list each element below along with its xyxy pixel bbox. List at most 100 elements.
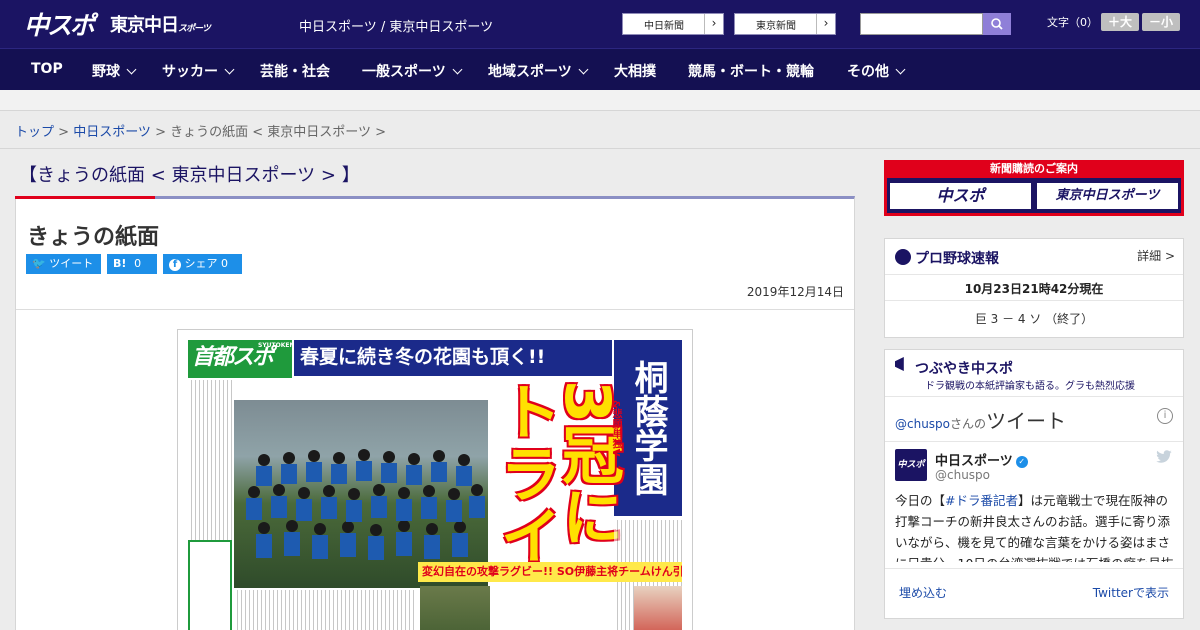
breadcrumb: トップ > 中日スポーツ > きょうの紙面 < 東京中日スポーツ >: [15, 121, 386, 140]
facebook-share-button[interactable]: f シェア 0: [163, 254, 242, 274]
page-heading: 【きょうの紙面 < 東京中日スポーツ > 】: [19, 165, 360, 186]
chevron-right-icon: ›: [704, 14, 723, 34]
avatar[interactable]: 中スポ: [895, 449, 927, 481]
info-icon[interactable]: i: [1157, 408, 1173, 424]
divider: [885, 396, 1183, 397]
banner-text: 変幻自在の攻撃ラグビー!! SO伊藤主将チームけん引: [422, 565, 682, 578]
nav-label: 野球: [92, 64, 120, 80]
ad-strip: [0, 90, 1200, 111]
team-photo-players: [246, 449, 485, 560]
chevron-down-icon: [578, 64, 589, 75]
nav-item-other[interactable]: その他: [847, 61, 906, 81]
hatena-count: 0: [134, 257, 142, 270]
newspaper-front-page-image[interactable]: 首都スポ SYUTOKEN SPORTS 春夏に続き冬の花園も頂く!! 桐蔭学園: [177, 329, 693, 630]
paper-button-label: 東京新聞: [756, 21, 796, 32]
headline-text: 春夏に続き冬の花園も頂く!!: [300, 346, 546, 368]
tweets-card: つぶやき中スポ ドラ観戦の本紙評論家も語る。グラも熱烈応援 @chuspoさんの…: [884, 349, 1184, 619]
nav-item-entertainment[interactable]: 芸能・社会: [260, 61, 330, 81]
newspaper-player-photo: [634, 586, 682, 630]
nav-item-top[interactable]: TOP: [31, 61, 63, 77]
tweet-label: ツイート: [49, 257, 94, 270]
facebook-icon: f: [169, 259, 181, 271]
paper-button-label: 中日新聞: [644, 21, 684, 32]
tweet-account-handle[interactable]: @chuspo: [935, 468, 990, 482]
tweet-text-pre: 今日の【: [895, 493, 946, 508]
twitter-bird-icon[interactable]: [1155, 450, 1173, 464]
divider: [885, 300, 1183, 301]
tweets-title: つぶやき中スポ: [915, 361, 1013, 377]
nav-label: 一般スポーツ: [362, 64, 446, 80]
nav-item-baseball[interactable]: 野球: [92, 61, 137, 81]
chuspo-logo[interactable]: 中スポ: [24, 6, 95, 42]
tweets-header-user-link[interactable]: @chuspo: [895, 417, 950, 431]
vertical-title-text: 桐蔭学園: [628, 360, 668, 496]
newspaper-rugby-photo: [420, 586, 490, 630]
embed-link[interactable]: 埋め込む: [899, 584, 947, 601]
search-button[interactable]: [983, 13, 1011, 35]
breadcrumb-current: > きょうの紙面 < 東京中日スポーツ >: [150, 125, 387, 140]
chunichi-shimbun-button[interactable]: 中日新聞 ›: [622, 13, 724, 35]
newspaper-big-text: 3冠にトライ: [478, 380, 624, 580]
chevron-down-icon: [452, 64, 463, 75]
newspaper-sub-note: &悲願単独V: [610, 400, 621, 457]
site-links[interactable]: 中日スポーツ / 東京中日スポーツ: [299, 16, 493, 35]
site-header: 中スポ 東京中日スポーツ 中日スポーツ / 東京中日スポーツ 中日新聞 › 東京…: [0, 0, 1200, 48]
search-input[interactable]: [860, 13, 983, 35]
font-larger-button[interactable]: ＋大: [1101, 13, 1139, 31]
subscribe-tokyo-button[interactable]: 東京中日スポーツ: [1036, 182, 1179, 210]
newspaper-banner: 変幻自在の攻撃ラグビー!! SO伊藤主将チームけん引: [418, 562, 682, 582]
nav-label: 競馬・ボート・競輪: [688, 64, 814, 80]
tweet-text: 今日の【#ドラ番記者】は元竜戦士で現在阪神の打撃コーチの新井良太さんのお話。選手…: [895, 490, 1175, 562]
chevron-down-icon: [895, 64, 906, 75]
nav-label: サッカー: [162, 64, 218, 80]
tokyo-chunichi-logo[interactable]: 東京中日スポーツ: [110, 11, 211, 37]
baseball-title: プロ野球速報: [915, 251, 999, 267]
nav-label: その他: [847, 64, 889, 80]
nav-item-racing[interactable]: 競馬・ボート・競輪: [688, 61, 814, 81]
game-score[interactable]: 巨 3 － 4 ソ （終了）: [885, 310, 1183, 327]
nav-label: 大相撲: [614, 64, 656, 80]
font-smaller-button[interactable]: －小: [1142, 13, 1180, 31]
divider: [885, 568, 1183, 569]
breadcrumb-separator: >: [54, 125, 74, 140]
subscription-banner[interactable]: 新聞購読のご案内 中スポ 東京中日スポーツ: [884, 160, 1184, 216]
nav-label: 芸能・社会: [260, 64, 330, 80]
title-accent-bar: [15, 196, 155, 199]
font-size-label: 文字（0）: [1047, 16, 1098, 29]
logo-sub-text: 東京中日: [110, 15, 179, 36]
breadcrumb-home-link[interactable]: トップ: [15, 125, 54, 140]
chevron-right-icon: ›: [816, 14, 835, 34]
tweet-account-name[interactable]: 中日スポーツ ✓: [935, 450, 1028, 469]
divider: [885, 441, 1183, 442]
nav-item-soccer[interactable]: サッカー: [162, 61, 235, 81]
baseball-score-card: プロ野球速報 詳細 > 10月23日21時42分現在 巨 3 － 4 ソ （終了…: [884, 238, 1184, 338]
verified-icon: ✓: [1015, 456, 1028, 468]
view-on-twitter-link[interactable]: Twitterで表示: [1093, 584, 1169, 601]
nav-label: TOP: [31, 61, 63, 77]
account-name-text: 中日スポーツ: [935, 454, 1013, 469]
tweet-hashtag-link[interactable]: #ドラ番記者: [945, 493, 1018, 508]
nav-item-local-sports[interactable]: 地域スポーツ: [488, 61, 589, 81]
nav-item-general-sports[interactable]: 一般スポーツ: [362, 61, 463, 81]
tweet-button[interactable]: 🐦 ツイート: [26, 254, 101, 274]
subscribe-chuspo-button[interactable]: 中スポ: [889, 182, 1032, 210]
search-icon: [991, 18, 1003, 30]
twitter-icon: 🐦: [32, 257, 46, 270]
baseball-details-link[interactable]: 詳細 >: [1137, 247, 1175, 264]
big-text: 3冠にトライ: [489, 380, 624, 566]
hatena-bookmark-button[interactable]: B! 0: [107, 254, 157, 274]
article-title: きょうの紙面: [27, 225, 160, 250]
tweets-header-label: ツイート: [986, 409, 1067, 433]
chevron-down-icon: [224, 64, 235, 75]
baseball-icon: [895, 249, 911, 265]
nav-item-sumo[interactable]: 大相撲: [614, 61, 656, 81]
facebook-share-count: 0: [221, 257, 228, 270]
team-photo: [234, 400, 488, 588]
article-date: 2019年12月14日: [746, 285, 844, 299]
facebook-share-label: シェア: [184, 257, 218, 270]
newspaper-side-strip: [188, 540, 232, 630]
breadcrumb-section-link[interactable]: 中日スポーツ: [73, 125, 151, 140]
newspaper-vertical-title: 桐蔭学園: [614, 340, 682, 516]
newspaper-headline: 春夏に続き冬の花園も頂く!!: [294, 340, 612, 376]
tokyo-shimbun-button[interactable]: 東京新聞 ›: [734, 13, 836, 35]
